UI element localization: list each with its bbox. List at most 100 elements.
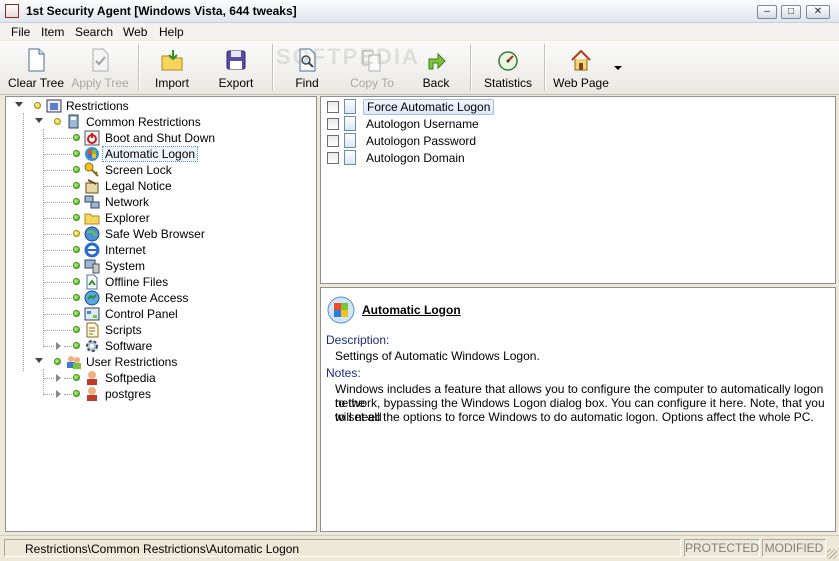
apply-tree-button[interactable]: Apply Tree (70, 45, 130, 91)
collapse-icon[interactable] (35, 358, 43, 363)
clear-tree-label: Clear Tree (7, 76, 65, 90)
tree-node-common-restrictions[interactable]: Common Restrictions (6, 114, 316, 130)
back-button[interactable]: Back (414, 45, 458, 91)
windows-logo-icon (327, 296, 355, 324)
import-button[interactable]: Import (148, 45, 196, 91)
tree-node-remote-access[interactable]: Remote Access (6, 290, 316, 306)
option-autologon-domain[interactable]: Autologon Domain (327, 150, 727, 166)
document-icon (344, 150, 356, 165)
status-path: Restrictions\Common Restrictions\Automat… (4, 539, 681, 557)
menu-help[interactable]: Help (159, 25, 184, 39)
find-label: Find (295, 76, 319, 90)
notes-label: Notes: (326, 366, 361, 380)
tree-node-automatic-logon[interactable]: Automatic Logon (6, 146, 316, 162)
tree-label-selected: Automatic Logon (102, 146, 199, 162)
option-label: Autologon Domain (366, 151, 465, 165)
window-title: 1st Security Agent [Windows Vista, 644 t… (26, 4, 297, 18)
minimize-button[interactable]: – (757, 5, 777, 19)
tree-label: Remote Access (105, 291, 189, 305)
tree-connector (44, 202, 72, 203)
tree-node-offline-files[interactable]: Offline Files (6, 274, 316, 290)
tree-label: Common Restrictions (86, 115, 201, 129)
maximize-button[interactable]: □ (781, 5, 801, 19)
status-dot-icon (73, 134, 80, 141)
tree-node-screen-lock[interactable]: Screen Lock (6, 162, 316, 178)
status-dot-icon (73, 198, 80, 205)
status-modified: MODIFIED (762, 539, 826, 557)
tree-label: Offline Files (105, 275, 169, 289)
menu-item[interactable]: Item (41, 25, 64, 39)
apply-tree-label: Apply Tree (71, 76, 129, 90)
tree-node-explorer[interactable]: Explorer (6, 210, 316, 226)
legal-notice-icon (85, 179, 99, 194)
tree-node-user-softpedia[interactable]: Softpedia (6, 370, 316, 386)
document-icon (344, 133, 356, 148)
option-autologon-password[interactable]: Autologon Password (327, 133, 727, 149)
tree-connector (44, 346, 54, 347)
export-button[interactable]: Export (212, 45, 260, 91)
status-dot-icon (34, 102, 41, 109)
tree-connector (44, 266, 72, 267)
title-bar: 1st Security Agent [Windows Vista, 644 t… (0, 0, 839, 23)
web-page-button[interactable]: Web Page (552, 45, 610, 91)
collapse-icon[interactable] (15, 102, 23, 107)
statistics-button[interactable]: Statistics (480, 45, 536, 91)
expand-icon[interactable] (56, 390, 61, 398)
status-path-text: Restrictions\Common Restrictions\Automat… (25, 542, 300, 556)
menu-file[interactable]: File (11, 25, 30, 39)
option-force-automatic-logon[interactable]: Force Automatic Logon (327, 99, 727, 115)
blank-document-icon (28, 48, 45, 72)
tree-node-user-postgres[interactable]: postgres (6, 386, 316, 402)
tree-node-internet[interactable]: Internet (6, 242, 316, 258)
description-text: Settings of Automatic Windows Logon. (335, 349, 540, 363)
menu-search[interactable]: Search (75, 25, 113, 39)
tree-node-restrictions[interactable]: Restrictions (6, 98, 316, 114)
web-page-dropdown-arrow[interactable] (614, 66, 622, 70)
tree-connector (44, 234, 72, 235)
remote-access-icon (84, 290, 100, 306)
clear-tree-button[interactable]: Clear Tree (4, 45, 68, 91)
tree-connector (44, 378, 54, 379)
resize-grip[interactable] (827, 549, 837, 559)
tree-node-network[interactable]: Network (6, 194, 316, 210)
tree-node-scripts[interactable]: Scripts (6, 322, 316, 338)
tree-label: Legal Notice (105, 179, 172, 193)
app-icon (5, 4, 19, 18)
options-panel[interactable]: Force Automatic Logon Autologon Username… (320, 96, 836, 284)
internet-explorer-icon (84, 242, 100, 258)
expand-icon[interactable] (56, 374, 61, 382)
option-label-selected: Force Automatic Logon (363, 99, 495, 115)
back-label: Back (422, 76, 450, 90)
statistics-gauge-icon (498, 51, 518, 71)
description-label: Description: (326, 333, 390, 347)
tree-connector (44, 138, 72, 139)
copy-to-label: Copy To (350, 76, 394, 90)
option-autologon-username[interactable]: Autologon Username (327, 116, 727, 132)
option-checkbox[interactable] (327, 101, 339, 113)
tree-node-boot-and-shut-down[interactable]: Boot and Shut Down (6, 130, 316, 146)
tree-connector (44, 154, 72, 155)
notes-line: to set all the options to force Windows … (335, 410, 814, 424)
option-checkbox[interactable] (327, 118, 339, 130)
tree-panel[interactable]: Restrictions Common Restrictions Boot an… (5, 96, 317, 532)
key-icon (84, 162, 99, 177)
status-dot-icon (73, 278, 80, 285)
menu-web[interactable]: Web (123, 25, 147, 39)
tree-label: Safe Web Browser (105, 227, 205, 241)
collapse-icon[interactable] (35, 118, 43, 123)
tree-label: Scripts (105, 323, 142, 337)
tree-node-software[interactable]: Software (6, 338, 316, 354)
expand-icon[interactable] (56, 342, 61, 350)
tree-node-control-panel[interactable]: Control Panel (6, 306, 316, 322)
tree-node-legal-notice[interactable]: Legal Notice (6, 178, 316, 194)
option-label: Autologon Password (366, 134, 477, 148)
tree-node-system[interactable]: System (6, 258, 316, 274)
tree-node-user-restrictions[interactable]: User Restrictions (6, 354, 316, 370)
option-checkbox[interactable] (327, 152, 339, 164)
status-dot-icon (73, 342, 80, 349)
export-label: Export (218, 76, 254, 90)
tree-node-safe-web-browser[interactable]: Safe Web Browser (6, 226, 316, 242)
close-button[interactable]: ✕ (806, 5, 830, 19)
option-checkbox[interactable] (327, 135, 339, 147)
toolbar-separator (470, 44, 472, 91)
